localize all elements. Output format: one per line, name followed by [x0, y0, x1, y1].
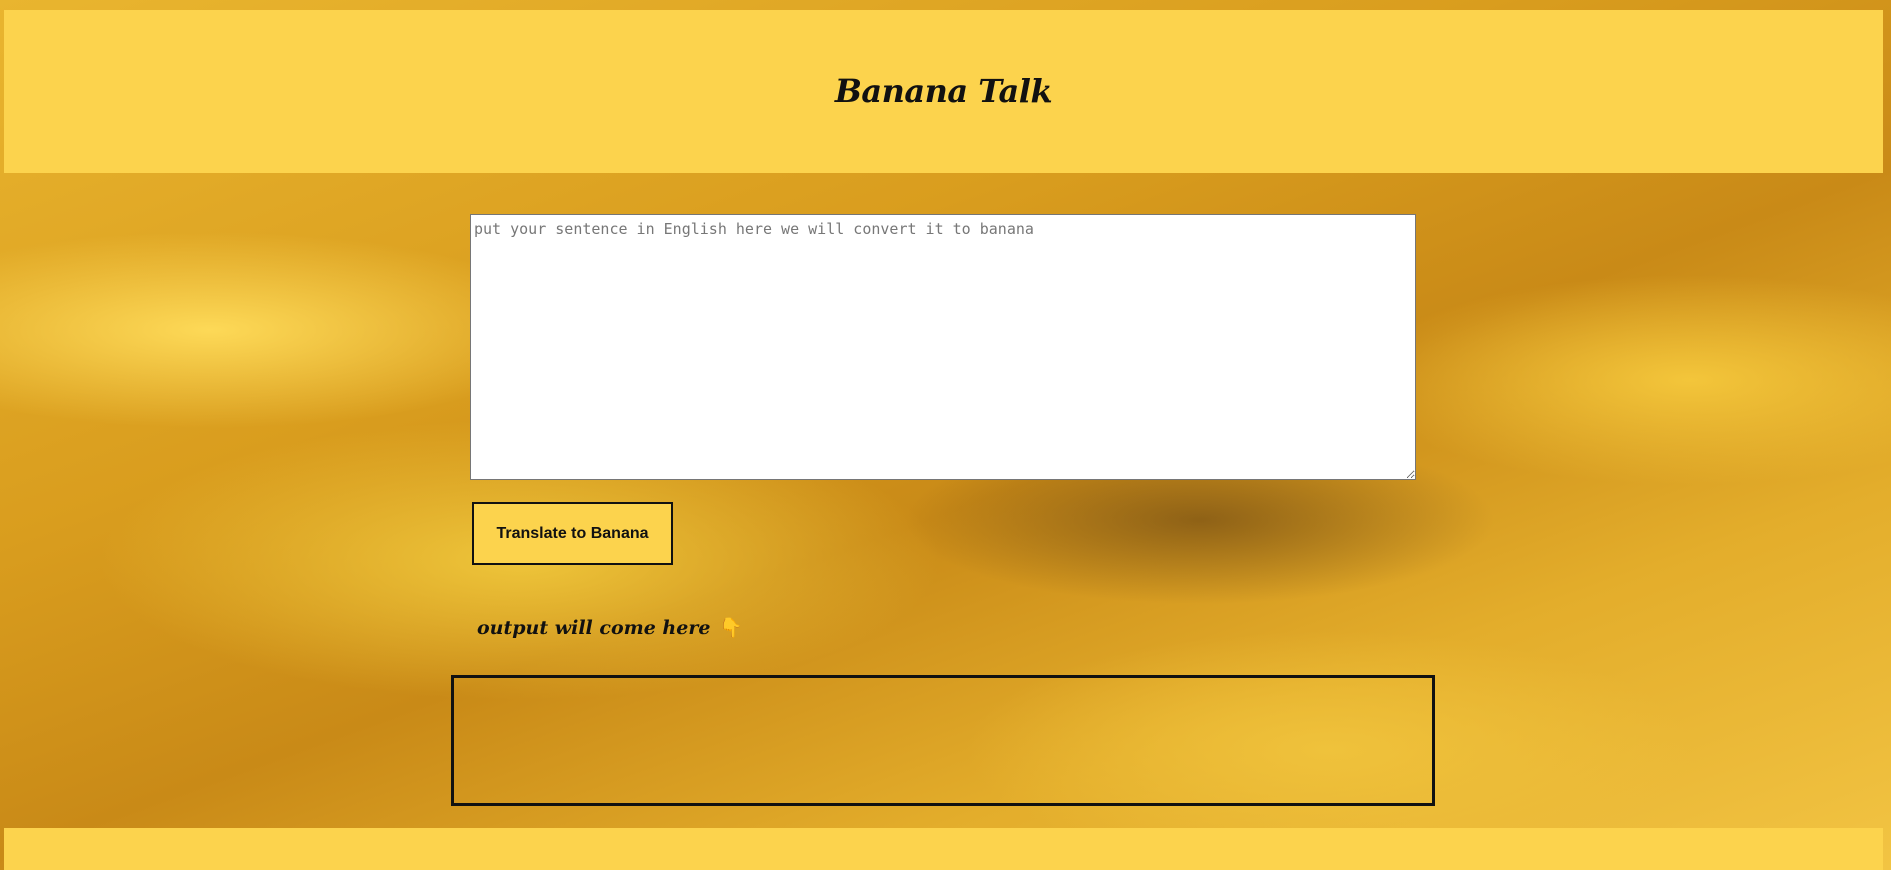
pointing-down-icon: 👇	[719, 617, 743, 639]
footer-bar	[4, 828, 1883, 870]
output-label: output will come here 👇	[477, 616, 743, 639]
header-banner: Banana Talk	[4, 10, 1883, 173]
english-text-input[interactable]	[470, 214, 1416, 480]
output-box	[451, 675, 1435, 806]
output-label-text: output will come here	[477, 617, 711, 639]
translate-button[interactable]: Translate to Banana	[472, 502, 673, 565]
page-title: Banana Talk	[834, 71, 1053, 110]
